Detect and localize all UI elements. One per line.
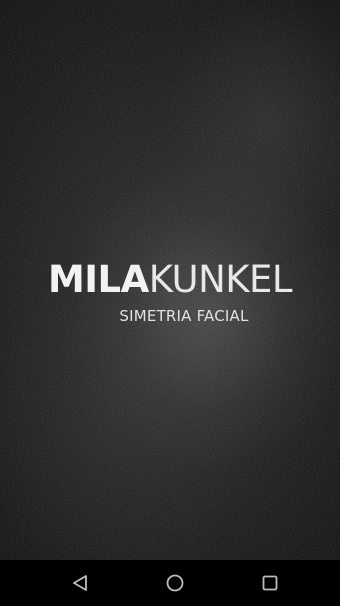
back-button[interactable] [66, 569, 94, 597]
home-button[interactable] [161, 569, 189, 597]
brand-name-light: KUNKEL [148, 258, 293, 301]
back-icon [73, 575, 87, 591]
splash-screen: MILAKUNKEL SIMETRIA FACIAL [0, 0, 340, 606]
brand-logo: MILAKUNKEL [0, 258, 340, 302]
system-navigation-bar [0, 560, 340, 606]
brand-name-bold: MILA [47, 258, 149, 301]
home-icon [166, 574, 184, 592]
recents-button[interactable] [256, 569, 284, 597]
recents-icon [262, 575, 278, 591]
brand-tagline: SIMETRIA FACIAL [119, 307, 249, 325]
